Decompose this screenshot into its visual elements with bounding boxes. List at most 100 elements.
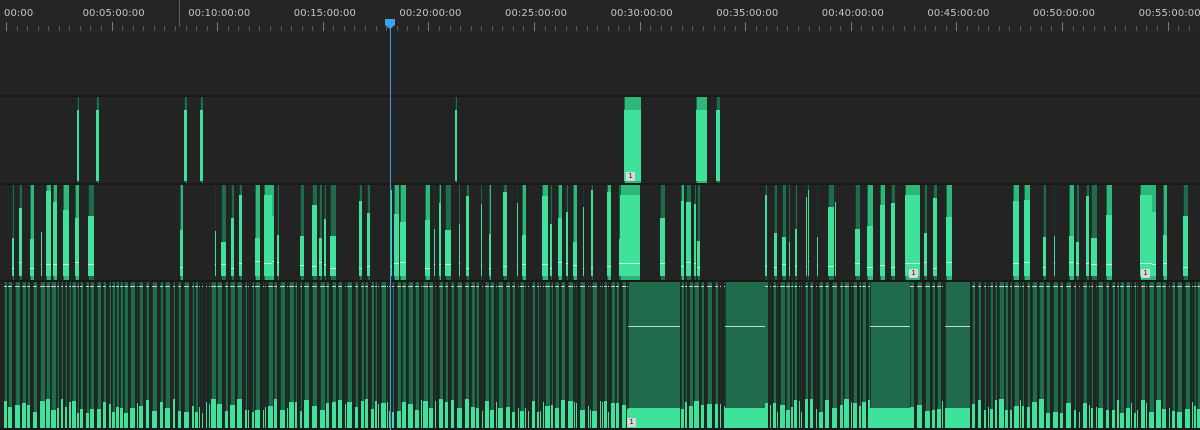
clip-volume-line[interactable]	[1054, 263, 1055, 265]
audio-clip[interactable]	[988, 282, 989, 428]
clip-volume-line[interactable]	[867, 267, 873, 269]
audio-clip[interactable]	[1089, 282, 1090, 428]
clip-volume-line[interactable]	[558, 262, 562, 264]
audio-clip[interactable]	[689, 282, 693, 428]
audio-clip[interactable]	[255, 282, 260, 428]
clip-volume-line[interactable]	[202, 286, 203, 288]
clip-volume-line[interactable]	[1112, 286, 1115, 288]
audio-clip[interactable]	[1022, 282, 1024, 428]
clip-volume-line[interactable]	[421, 286, 422, 288]
audio-clip[interactable]	[367, 185, 370, 280]
audio-clip[interactable]	[972, 282, 975, 428]
audio-clip[interactable]	[1005, 282, 1008, 428]
clip-volume-line[interactable]	[1086, 262, 1089, 264]
audio-clip[interactable]	[517, 185, 518, 280]
audio-clip[interactable]	[1014, 282, 1019, 428]
clip-volume-line[interactable]	[794, 286, 797, 288]
audio-clip[interactable]	[445, 185, 451, 280]
audio-clip[interactable]	[338, 282, 342, 428]
audio-clip[interactable]	[602, 282, 603, 428]
audio-clip[interactable]	[1053, 282, 1058, 428]
clip-volume-line[interactable]	[1134, 286, 1136, 288]
clip-volume-line[interactable]	[550, 268, 552, 270]
audio-clip[interactable]	[239, 185, 242, 280]
audio-clip[interactable]	[583, 185, 584, 280]
audio-clip[interactable]	[506, 282, 510, 428]
audio-clip[interactable]	[518, 282, 519, 428]
clip-volume-line[interactable]	[1141, 286, 1145, 288]
audio-clip[interactable]	[905, 185, 920, 280]
audio-clip[interactable]	[701, 282, 704, 428]
audio-clip[interactable]	[1074, 282, 1076, 428]
audio-clip[interactable]	[1098, 282, 1103, 428]
clip-volume-line[interactable]	[160, 286, 163, 288]
clip-volume-line[interactable]	[689, 286, 693, 288]
audio-clip[interactable]	[855, 185, 860, 280]
audio-clip[interactable]	[1137, 282, 1138, 428]
audio-clip[interactable]	[19, 185, 22, 280]
audio-clip[interactable]	[277, 185, 279, 280]
clip-volume-line[interactable]	[543, 286, 544, 288]
audio-clip[interactable]	[152, 282, 157, 428]
clip-volume-line[interactable]	[774, 267, 777, 269]
audio-clip[interactable]	[819, 282, 823, 428]
clip-volume-line[interactable]	[471, 286, 475, 288]
audio-clip[interactable]	[604, 282, 607, 428]
audio-clip[interactable]	[1117, 282, 1119, 428]
audio-clip[interactable]	[381, 282, 386, 428]
audio-clip[interactable]	[978, 282, 981, 428]
clip-volume-line[interactable]	[789, 268, 790, 270]
audio-clip[interactable]	[206, 282, 207, 428]
audio-clip[interactable]	[359, 185, 362, 280]
audio-clip[interactable]	[588, 282, 589, 428]
clip-volume-line[interactable]	[1066, 286, 1071, 288]
audio-clip[interactable]	[165, 282, 170, 428]
clip-volume-line[interactable]	[1043, 266, 1046, 268]
audio-clip[interactable]	[1156, 282, 1161, 428]
clip-volume-line[interactable]	[1126, 286, 1130, 288]
clip-volume-line[interactable]	[1192, 286, 1193, 288]
clip-volume-line[interactable]	[999, 286, 1004, 288]
clip-volume-line[interactable]	[65, 286, 67, 288]
audio-clip[interactable]	[681, 282, 684, 428]
audio-clip[interactable]	[528, 282, 529, 428]
audio-clip[interactable]	[716, 97, 720, 183]
audio-track-2[interactable]: 11	[0, 185, 1200, 282]
audio-clip[interactable]	[225, 282, 228, 428]
clip-volume-line[interactable]	[496, 286, 497, 288]
audio-clip[interactable]	[786, 282, 790, 428]
audio-clip[interactable]	[255, 185, 260, 280]
audio-clip[interactable]	[27, 282, 30, 428]
audio-clip[interactable]	[1043, 185, 1046, 280]
audio-clip[interactable]	[397, 282, 401, 428]
audio-clip[interactable]	[694, 185, 696, 280]
audio-clip[interactable]	[835, 185, 836, 280]
clip-volume-line[interactable]	[199, 286, 200, 288]
clip-volume-line[interactable]	[304, 286, 309, 288]
audio-clip[interactable]	[862, 282, 866, 428]
clip-volume-line[interactable]	[195, 286, 198, 288]
audio-clip[interactable]	[378, 282, 379, 428]
clip-volume-line[interactable]	[248, 286, 249, 288]
clip-volume-line[interactable]	[851, 286, 852, 288]
clip-volume-line[interactable]	[542, 263, 548, 265]
audio-clip[interactable]	[116, 282, 119, 428]
clip-volume-line[interactable]	[387, 286, 388, 288]
clip-volume-line[interactable]	[880, 265, 885, 267]
audio-clip[interactable]	[832, 282, 837, 428]
audio-clip[interactable]	[489, 185, 491, 280]
clip-volume-line[interactable]	[574, 286, 575, 288]
clip-volume-line[interactable]	[230, 286, 235, 288]
clip-volume-line[interactable]	[1177, 286, 1182, 288]
audio-clip[interactable]	[112, 282, 115, 428]
clip-volume-line[interactable]	[347, 286, 352, 288]
clip-volume-line[interactable]	[324, 263, 326, 265]
clip-volume-line[interactable]	[265, 286, 266, 288]
clip-volume-line[interactable]	[184, 286, 189, 288]
audio-track-3[interactable]: 1	[0, 282, 1200, 430]
clip-volume-line[interactable]	[61, 286, 63, 288]
audio-clip[interactable]	[51, 282, 56, 428]
audio-clip[interactable]	[320, 282, 325, 428]
clip-volume-line[interactable]	[701, 286, 704, 288]
clip-volume-line[interactable]	[264, 262, 272, 264]
